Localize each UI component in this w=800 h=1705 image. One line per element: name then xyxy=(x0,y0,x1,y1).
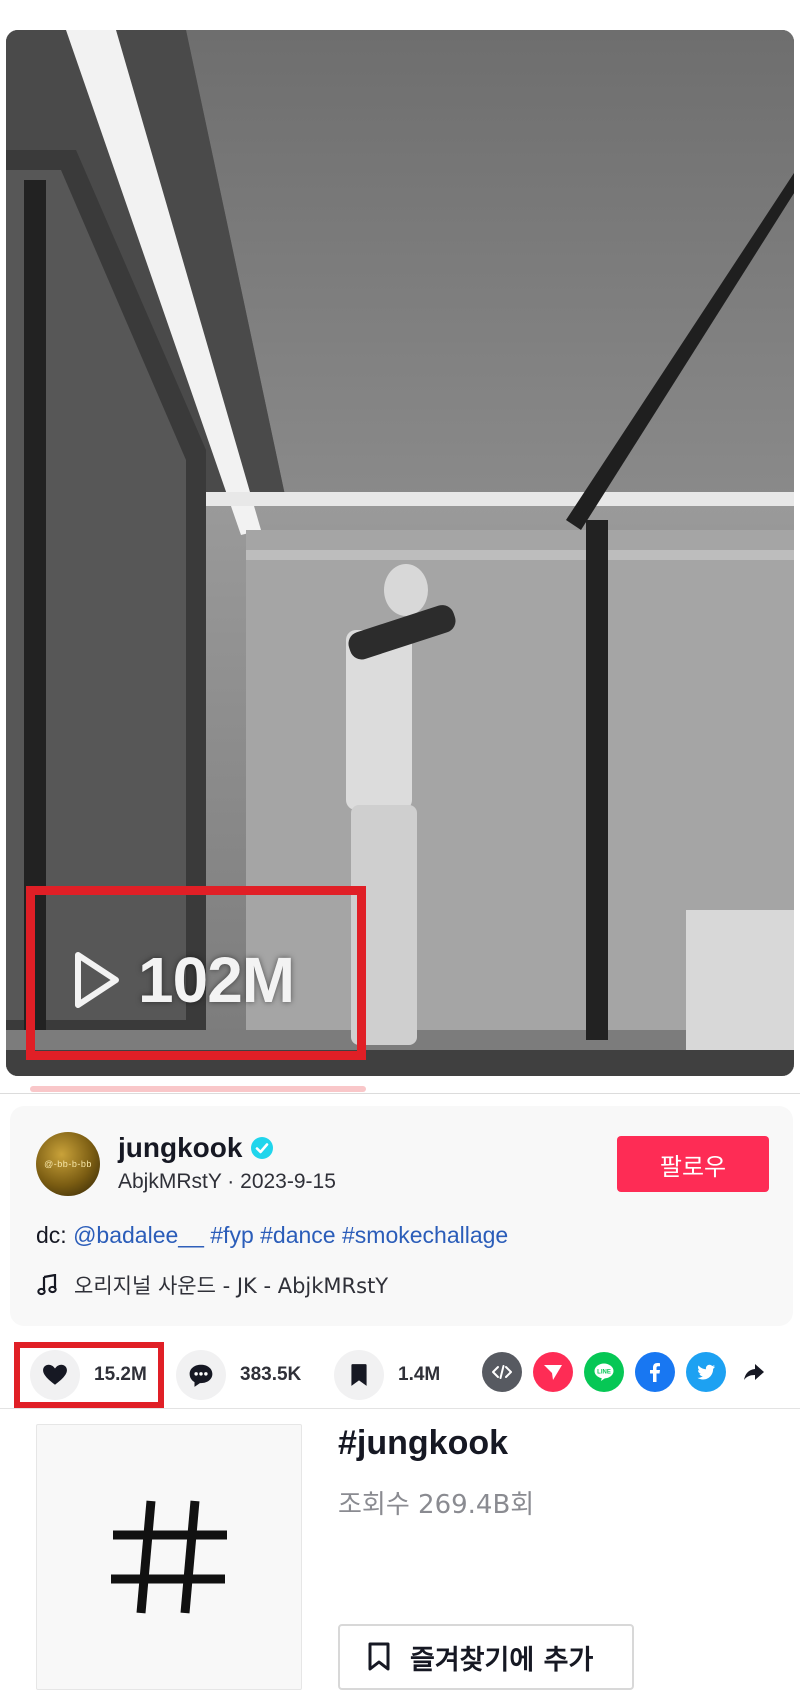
hashtag-link[interactable]: #fyp xyxy=(210,1222,253,1248)
view-count: 102M xyxy=(42,930,332,1030)
bookmark-icon xyxy=(351,1364,367,1386)
svg-text:LINE: LINE xyxy=(597,1369,611,1375)
username[interactable]: jungkook xyxy=(118,1132,242,1164)
like-count: 15.2M xyxy=(94,1364,147,1385)
embed-icon xyxy=(492,1365,512,1379)
facebook-icon xyxy=(650,1363,660,1382)
line-icon: LINE xyxy=(594,1363,614,1381)
music-text: 오리지널 사운드 - JK - AbjkMRstY xyxy=(74,1274,389,1298)
play-outline-icon xyxy=(75,952,119,1008)
send-icon xyxy=(544,1365,562,1380)
avatar[interactable]: @-bb-b-bb xyxy=(36,1132,100,1196)
add-to-favorites-button[interactable]: 즐겨찾기에 추가 xyxy=(338,1624,634,1690)
hashtag-thumbnail[interactable] xyxy=(36,1424,302,1690)
save-button[interactable]: 1.4M xyxy=(334,1350,440,1400)
send-button[interactable] xyxy=(533,1352,573,1392)
bookmark-outline-icon xyxy=(368,1642,390,1671)
comment-count: 383.5K xyxy=(240,1364,302,1385)
hashtag-icon xyxy=(111,1500,227,1614)
divider xyxy=(0,1408,800,1409)
video-frame xyxy=(6,30,794,1076)
comment-icon xyxy=(189,1364,213,1387)
music-note-icon xyxy=(37,1274,57,1296)
caption-prefix: dc: xyxy=(36,1222,74,1248)
video-info-card: @-bb-b-bb jungkook AbjkMRstY · 2023-9-15… xyxy=(10,1106,793,1326)
share-arrow-icon xyxy=(744,1364,764,1380)
avatar-text: @-bb-b-bb xyxy=(44,1159,92,1169)
twitter-icon xyxy=(697,1364,715,1380)
hashtag-title[interactable]: #jungkook xyxy=(338,1424,508,1463)
hashtag-link[interactable]: #dance xyxy=(260,1222,335,1248)
save-count: 1.4M xyxy=(398,1364,441,1385)
video-caption: dc: @badalee__ #fyp #dance #smokechallag… xyxy=(36,1222,508,1249)
line-share-button[interactable]: LINE xyxy=(584,1352,624,1392)
verified-badge-icon xyxy=(251,1137,274,1159)
like-button[interactable]: 15.2M xyxy=(30,1350,147,1400)
follow-button[interactable]: 팔로우 xyxy=(617,1136,769,1192)
hashtag-link[interactable]: #smokechallage xyxy=(342,1222,508,1248)
facebook-share-button[interactable] xyxy=(635,1352,675,1392)
more-share-button[interactable] xyxy=(734,1352,774,1392)
divider xyxy=(0,1093,800,1094)
add-to-favorites-label: 즐겨찾기에 추가 xyxy=(410,1644,594,1676)
progress-bar[interactable] xyxy=(30,1086,366,1092)
username-row: jungkook xyxy=(118,1132,274,1164)
comment-button[interactable]: 383.5K xyxy=(176,1350,301,1400)
hashtag-views: 조회수 269.4B회 xyxy=(338,1490,535,1520)
heart-icon xyxy=(43,1364,67,1385)
music-link[interactable]: 오리지널 사운드 - JK - AbjkMRstY xyxy=(36,1270,388,1300)
embed-button[interactable] xyxy=(482,1352,522,1392)
handle-and-date: AbjkMRstY · 2023-9-15 xyxy=(118,1170,336,1193)
twitter-share-button[interactable] xyxy=(686,1352,726,1392)
video-player[interactable] xyxy=(6,30,794,1076)
mention-link[interactable]: @badalee__ xyxy=(73,1222,204,1248)
view-count-text: 102M xyxy=(138,944,295,1016)
